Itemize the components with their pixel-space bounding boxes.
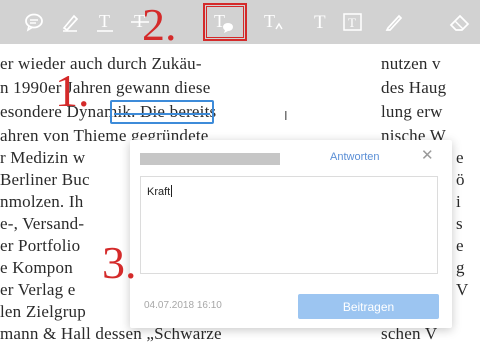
comment-timestamp: 04.07.2018 16:10 [144,300,222,311]
highlighted-word-strike [114,113,210,115]
doc-line-left: r Medizin w [0,148,86,167]
active-tool-highlight-inner [206,6,244,38]
svg-text:T: T [99,11,110,31]
comment-popup: Antworten ✕ Kraft 04.07.2018 16:10 Beitr… [130,140,452,328]
comment-author-placeholder [140,153,280,165]
highlighted-word-box[interactable] [110,100,214,124]
step-marker-2: 2. [142,0,177,50]
close-icon[interactable]: ✕ [421,148,434,163]
doc-line-right: s [456,214,463,233]
doc-line-right: nutzen v [381,54,441,73]
text-icon[interactable]: T [308,10,332,34]
doc-line-left: Berliner Buc [0,170,90,189]
text-cursor-icon: I [284,108,288,123]
doc-line-left: e Kompon [0,258,73,277]
doc-line-left: er Portfolio [0,236,81,255]
svg-text:T: T [348,15,356,30]
doc-line-right: ö [456,170,465,189]
svg-text:T: T [264,11,275,31]
doc-line-right: g [456,258,465,277]
doc-line-left: e-, Versand- [0,214,85,233]
step-marker-1: 1. [55,65,90,116]
reply-link[interactable]: Antworten [330,151,380,163]
eraser-icon[interactable] [448,10,472,34]
doc-line-left: len Zielgrup [0,302,86,321]
svg-text:T: T [314,12,326,33]
comment-date: 04.07.2018 [144,300,195,311]
doc-line-left: er Verlag e [0,280,76,299]
text-caret [171,185,173,197]
underline-text-icon[interactable]: T [93,10,117,34]
highlighter-pen-icon[interactable] [58,10,82,34]
doc-line-left: n 1990er Jahren gewann diese [0,78,211,97]
text-box-icon[interactable]: T [341,10,365,34]
submit-comment-button[interactable]: Beitragen [298,294,439,319]
doc-line-right: i [456,192,461,211]
doc-line-right: e [456,148,464,167]
comment-text-value: Kraft [147,186,171,198]
doc-line-left: nmolzen. Ih [0,192,84,211]
comment-textarea[interactable]: Kraft [140,176,438,274]
comment-bubble-icon[interactable] [22,10,46,34]
text-insert-icon[interactable]: T [262,10,286,34]
doc-line-right: e [456,236,464,255]
step-marker-3: 3. [102,237,137,288]
comment-time: 16:10 [196,300,222,311]
doc-line-right: des Haug [381,78,447,97]
doc-line-right: lung erw [381,102,443,121]
doc-line-left: er wieder auch durch Zukäu- [0,54,202,73]
pencil-icon[interactable] [382,10,406,34]
doc-line-right: V [456,280,469,299]
